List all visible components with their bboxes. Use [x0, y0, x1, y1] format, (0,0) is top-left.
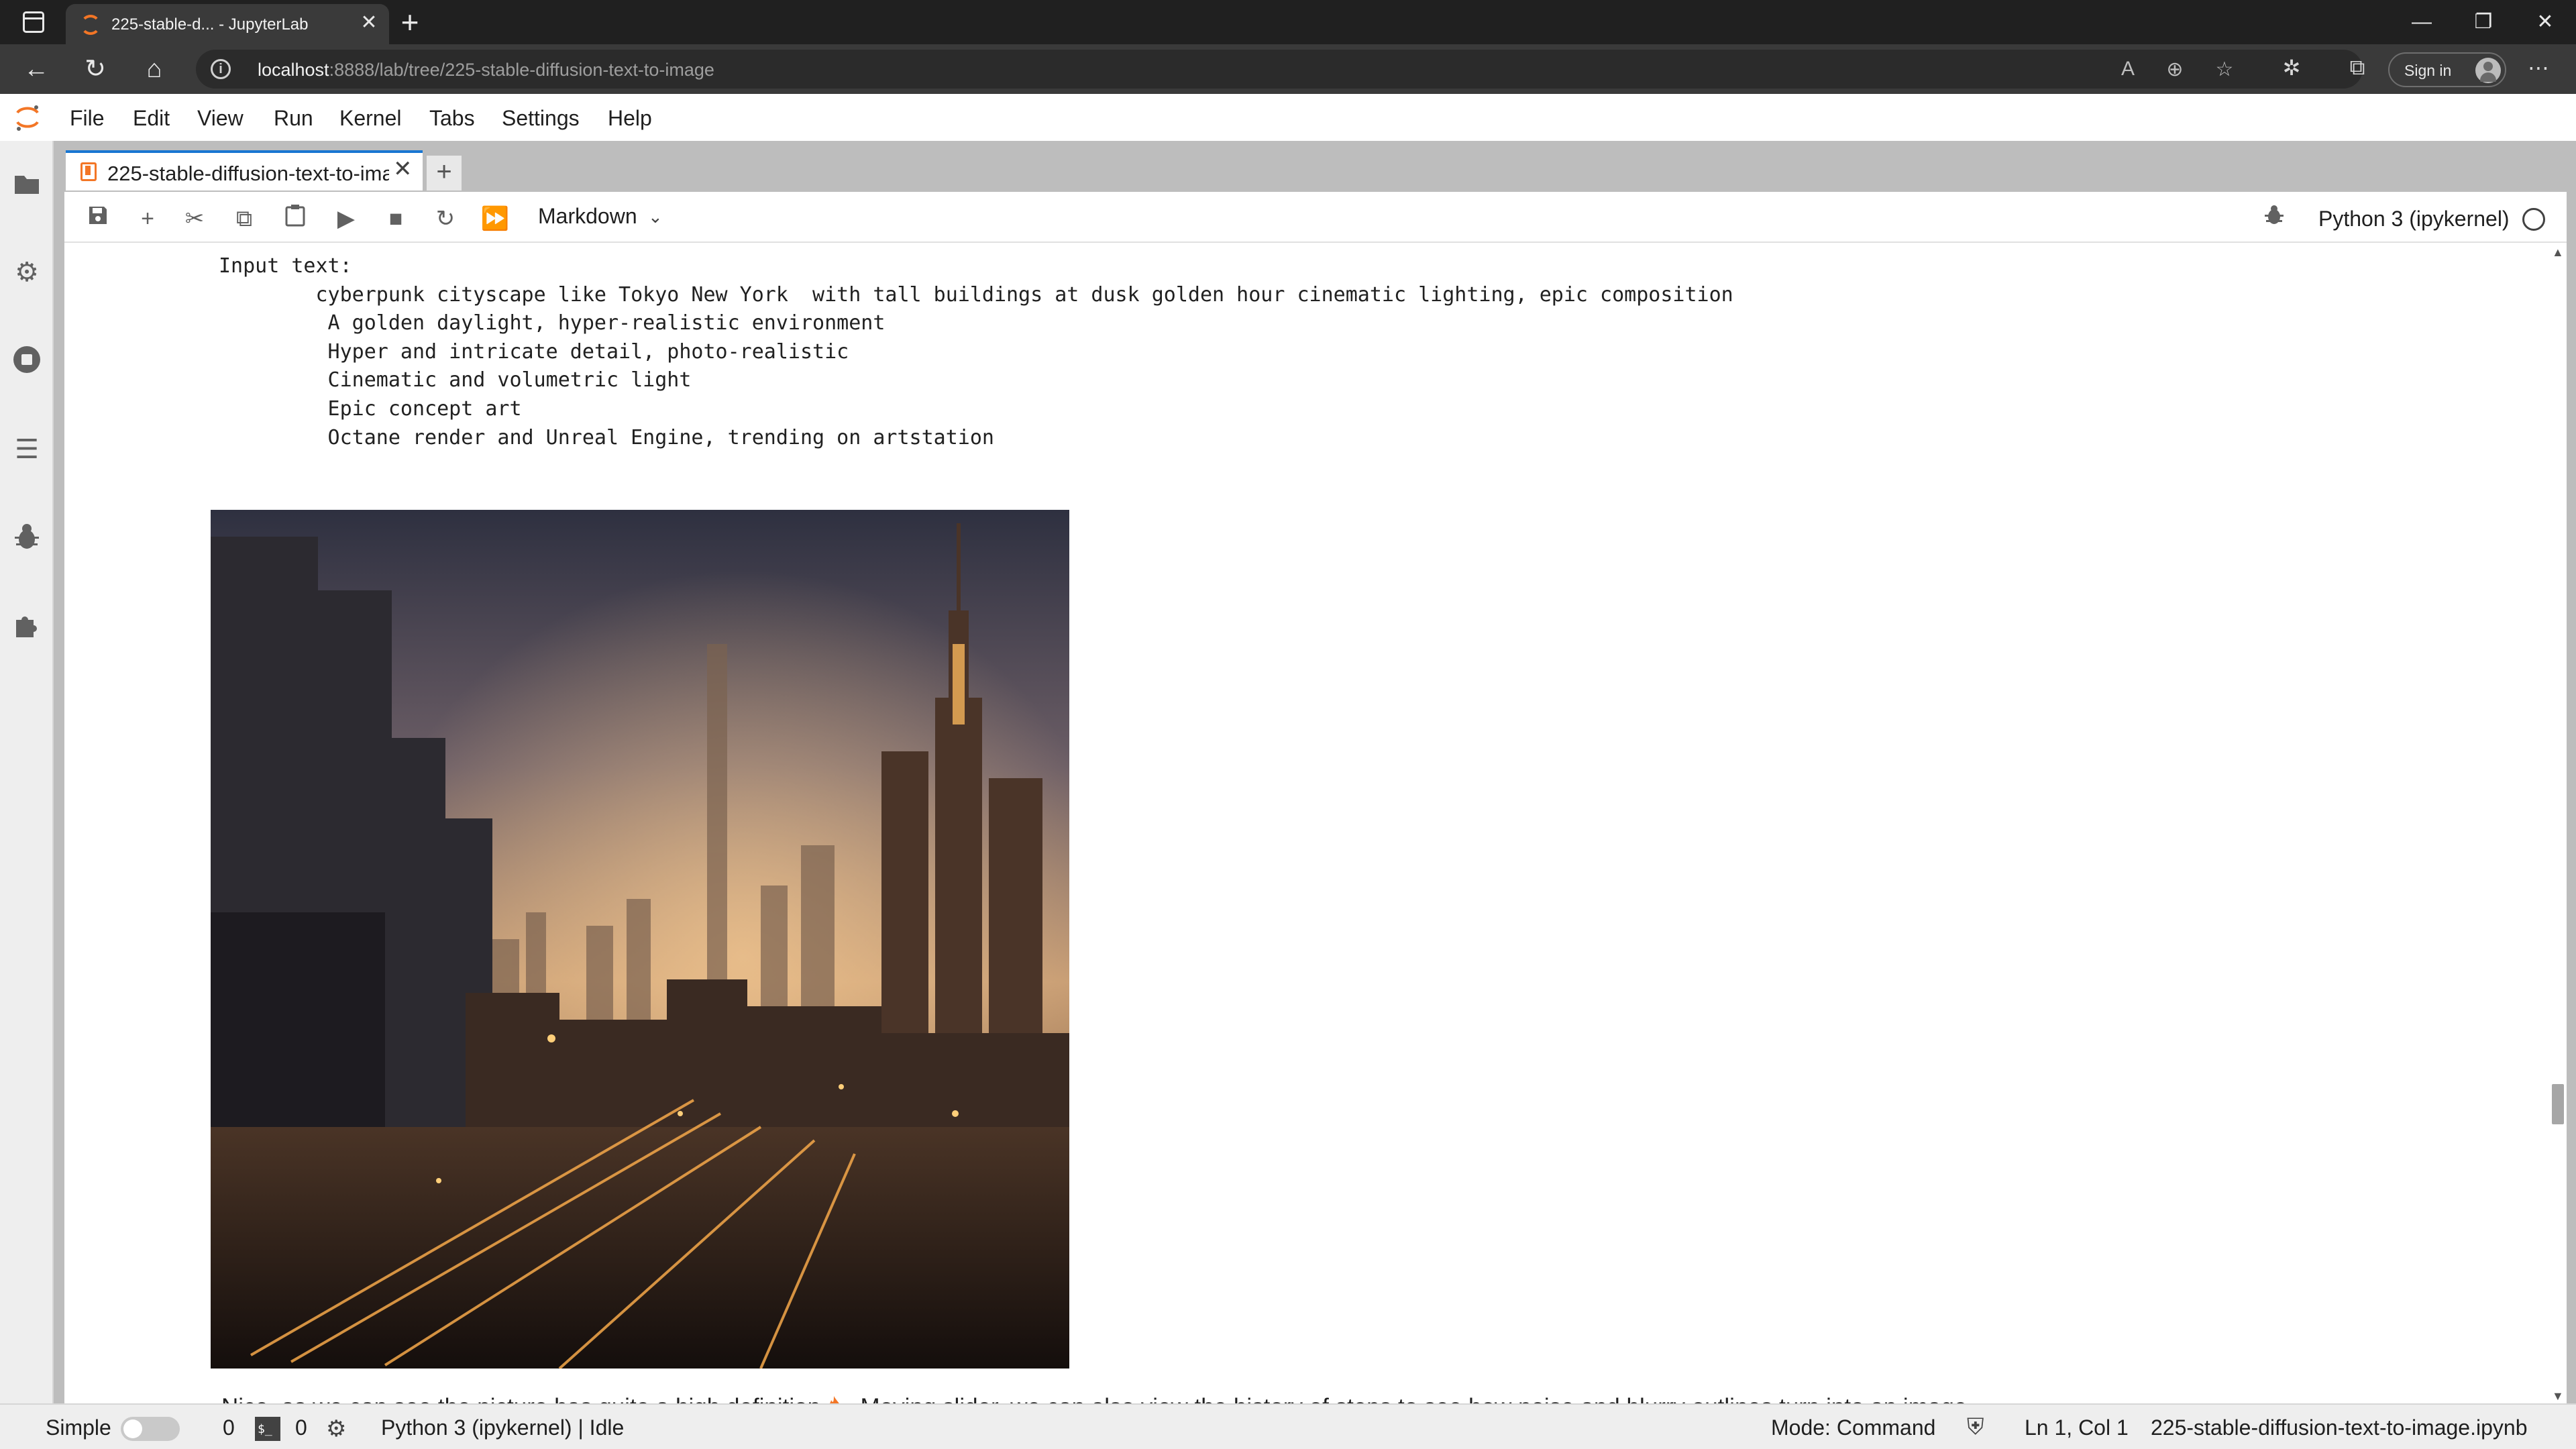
markdown-cell-text: Nice, as we can see the picture has quit…	[221, 1394, 1974, 1403]
folder-icon[interactable]	[11, 169, 43, 201]
simple-mode-label: Simple	[46, 1415, 111, 1440]
notebook-panel: + ✂ ⧉ ▶ ■ ↻ ⏩ Markdown ⌄ Python 3 (ipyke…	[64, 192, 2567, 1403]
browser-titlebar: 225-stable-d... - JupyterLab ✕ + — ❐ ✕	[0, 0, 2576, 44]
close-icon[interactable]: ✕	[393, 156, 413, 182]
refresh-icon[interactable]: ↻	[80, 55, 110, 85]
close-tab-icon[interactable]: ✕	[357, 11, 381, 35]
notebook-icon	[80, 162, 97, 181]
kernel-name[interactable]: Python 3 (ipykernel)	[2318, 207, 2510, 231]
menu-tabs[interactable]: Tabs	[429, 106, 475, 131]
notebook-tab[interactable]: 225-stable-diffusion-text-to-image.ipynb…	[66, 150, 423, 191]
new-tab-button[interactable]: +	[393, 7, 427, 38]
restore-icon[interactable]: ❐	[2463, 7, 2504, 38]
extension-icon[interactable]	[11, 610, 43, 643]
output-stream-text: Input text: cyberpunk cityscape like Tok…	[219, 254, 1733, 449]
chevron-down-icon[interactable]: ⌄	[648, 207, 663, 227]
save-icon[interactable]	[83, 204, 113, 233]
cursor-position[interactable]: Ln 1, Col 1	[2025, 1415, 2129, 1440]
stop-circle-icon[interactable]	[11, 345, 43, 377]
kernel-status-icon	[2522, 208, 2545, 231]
cut-icon[interactable]: ✂	[180, 204, 209, 233]
site-info-icon[interactable]: i	[211, 59, 231, 79]
main-dock-area: 225-stable-diffusion-text-to-image.ipynb…	[54, 141, 2576, 1403]
extensions-icon[interactable]: ✲	[2277, 55, 2306, 80]
menu-run[interactable]: Run	[274, 106, 313, 131]
back-icon[interactable]: ←	[21, 55, 51, 85]
stop-icon[interactable]: ■	[381, 204, 411, 233]
read-aloud-icon[interactable]: A	[2114, 58, 2141, 80]
status-bar: Simple 0 $_ 0 ⚙ Python 3 (ipykernel) | I…	[0, 1403, 2576, 1449]
url-text[interactable]: localhost:8888/lab/tree/225-stable-diffu…	[258, 60, 714, 80]
address-bar[interactable]: i localhost:8888/lab/tree/225-stable-dif…	[196, 50, 2363, 89]
copy-icon[interactable]: ⧉	[229, 204, 259, 233]
zoom-icon[interactable]: ⊕	[2161, 58, 2188, 81]
simple-mode-toggle[interactable]	[121, 1417, 180, 1441]
browser-tab-title: 225-stable-d... - JupyterLab	[111, 15, 309, 34]
debugger-icon[interactable]	[11, 522, 43, 554]
collections-icon[interactable]: ⧉	[2343, 55, 2372, 80]
scrollbar-thumb[interactable]	[2552, 1084, 2564, 1124]
fire-icon	[829, 1396, 839, 1403]
run-icon[interactable]: ▶	[331, 204, 361, 233]
scroll-down-icon[interactable]: ▼	[2552, 1389, 2564, 1403]
jupyter-logo-icon	[16, 105, 39, 131]
jupyter-favicon-icon	[80, 15, 101, 35]
kernel-status-text[interactable]: Python 3 (ipykernel) | Idle	[381, 1415, 624, 1440]
generated-image	[211, 510, 1069, 1368]
close-window-icon[interactable]: ✕	[2525, 7, 2565, 38]
sign-in-button[interactable]: Sign in	[2388, 52, 2506, 87]
menu-view[interactable]: View	[197, 106, 244, 131]
fast-forward-icon[interactable]: ⏩	[480, 204, 510, 233]
favorite-icon[interactable]: ☆	[2211, 58, 2238, 81]
terminal-icon[interactable]: $_	[255, 1417, 280, 1441]
paste-icon[interactable]	[280, 204, 310, 233]
menu-edit[interactable]: Edit	[133, 106, 170, 131]
notebook-toolbar: + ✂ ⧉ ▶ ■ ↻ ⏩ Markdown ⌄ Python 3 (ipyke…	[64, 192, 2567, 243]
terminals-count[interactable]: 0	[223, 1415, 235, 1440]
avatar	[2475, 58, 2501, 83]
left-sidebar: ⚙ ☰	[0, 141, 54, 1403]
notebook-content[interactable]: Input text: cyberpunk cityscape like Tok…	[64, 243, 2567, 1403]
tab-actions-icon[interactable]	[23, 11, 44, 33]
debugger-toggle-icon[interactable]	[2259, 204, 2289, 231]
running-gear-icon[interactable]: ⚙	[11, 256, 43, 288]
table-of-contents-icon[interactable]: ☰	[11, 433, 43, 466]
minimize-icon[interactable]: —	[2402, 7, 2442, 38]
file-name: 225-stable-diffusion-text-to-image.ipynb	[2151, 1415, 2528, 1440]
notebook-tab-title: 225-stable-diffusion-text-to-image.ipynb	[107, 162, 389, 185]
browser-tab[interactable]: 225-stable-d... - JupyterLab ✕	[66, 4, 389, 44]
restart-icon[interactable]: ↻	[431, 204, 460, 233]
notebook-scrollbar[interactable]: ▲ ▼	[2548, 243, 2567, 1403]
trusted-shield-icon[interactable]: ⛨	[1967, 1414, 1984, 1440]
menu-help[interactable]: Help	[608, 106, 652, 131]
kernels-count[interactable]: 0	[295, 1415, 307, 1440]
menu-settings[interactable]: Settings	[502, 106, 580, 131]
browser-toolbar: ← ↻ ⌂ i localhost:8888/lab/tree/225-stab…	[0, 44, 2576, 94]
cell-type-select[interactable]: Markdown	[538, 204, 637, 229]
jupyter-menubar: File Edit View Run Kernel Tabs Settings …	[0, 94, 2576, 141]
menu-kernel[interactable]: Kernel	[339, 106, 402, 131]
more-options-icon[interactable]: ⋯	[2524, 55, 2553, 80]
scroll-up-icon[interactable]: ▲	[2552, 246, 2564, 260]
add-cell-icon[interactable]: +	[133, 204, 162, 233]
new-launcher-button[interactable]: +	[427, 156, 462, 191]
menu-file[interactable]: File	[70, 106, 105, 131]
notebook-mode: Mode: Command	[1771, 1415, 1936, 1440]
home-icon[interactable]: ⌂	[140, 55, 169, 85]
cpu-icon[interactable]: ⚙	[326, 1415, 346, 1442]
